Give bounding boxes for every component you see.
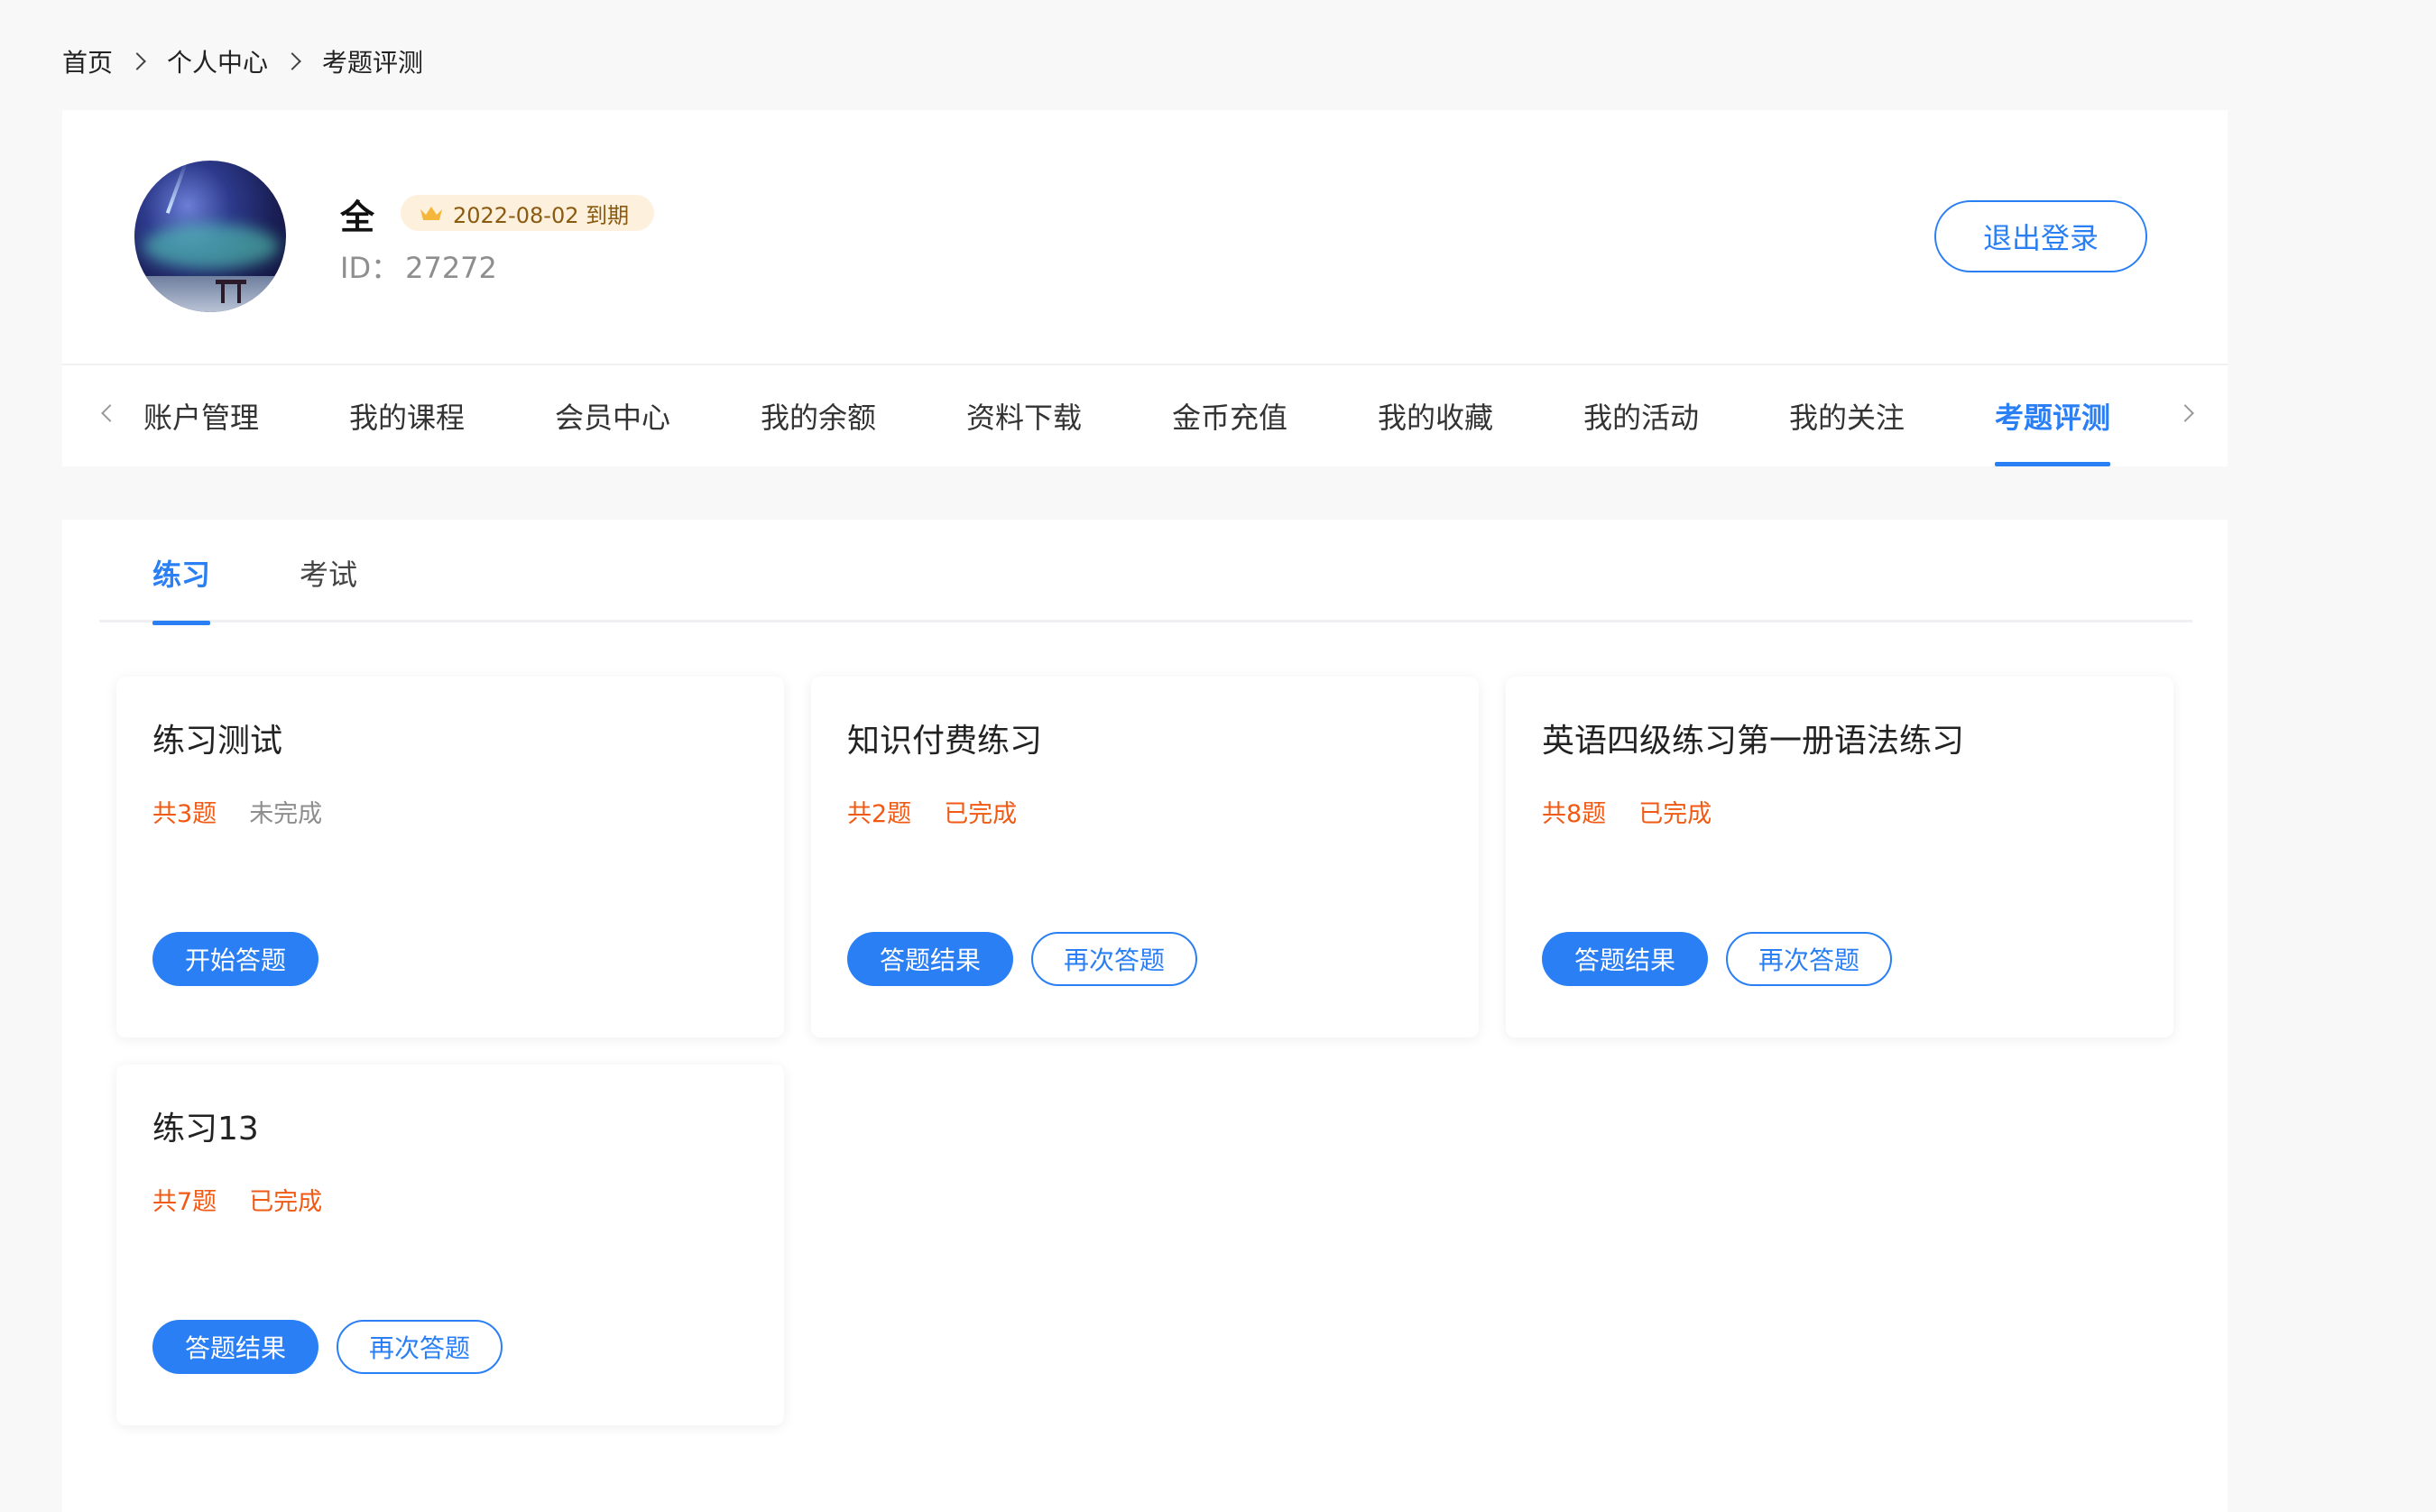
start-answer-button[interactable]: 开始答题 bbox=[152, 932, 319, 986]
retry-answer-button[interactable]: 再次答题 bbox=[1726, 932, 1893, 986]
user-id-value: 27272 bbox=[405, 251, 497, 285]
chevron-right-icon bbox=[283, 52, 301, 70]
retry-answer-button[interactable]: 再次答题 bbox=[1031, 932, 1198, 986]
tab-downloads[interactable]: 资料下载 bbox=[966, 365, 1082, 466]
question-count: 共3题 bbox=[152, 800, 217, 828]
vip-expiry-text: 2022-08-02 到期 bbox=[453, 202, 630, 228]
status-badge: 已完成 bbox=[944, 800, 1018, 828]
breadcrumb-current: 考题评测 bbox=[322, 48, 424, 78]
question-count: 共7题 bbox=[152, 1188, 217, 1216]
exam-card: 练习测试 共3题 未完成 开始答题 bbox=[116, 677, 784, 1037]
exam-card: 英语四级练习第一册语法练习 共8题 已完成 答题结果 再次答题 bbox=[1506, 677, 2173, 1037]
chevron-right-icon[interactable] bbox=[2176, 404, 2194, 422]
tab-account[interactable]: 账户管理 bbox=[143, 365, 259, 466]
user-id-label: ID： bbox=[340, 251, 401, 285]
answer-result-button[interactable]: 答题结果 bbox=[152, 1320, 319, 1374]
status-badge: 已完成 bbox=[1638, 800, 1712, 828]
tab-balance[interactable]: 我的余额 bbox=[761, 365, 876, 466]
breadcrumb-home[interactable]: 首页 bbox=[62, 43, 113, 79]
breadcrumb: 首页 个人中心 考题评测 bbox=[62, 43, 423, 79]
retry-answer-button[interactable]: 再次答题 bbox=[337, 1320, 503, 1374]
tab-exam[interactable]: 考试 bbox=[300, 552, 357, 622]
exam-title: 练习13 bbox=[152, 1111, 259, 1148]
exam-content-card: 练习 考试 练习测试 共3题 未完成 开始答题 知识付费练习 共2题 已完成 答… bbox=[62, 520, 2228, 1512]
vip-badge: 2022-08-02 到期 bbox=[401, 195, 655, 231]
status-badge: 未完成 bbox=[249, 800, 323, 828]
tab-exam-evaluation[interactable]: 考题评测 bbox=[1995, 365, 2111, 466]
tab-membership[interactable]: 会员中心 bbox=[555, 365, 670, 466]
exam-title: 知识付费练习 bbox=[847, 723, 1043, 760]
tab-coin-recharge[interactable]: 金币充值 bbox=[1172, 365, 1287, 466]
answer-result-button[interactable]: 答题结果 bbox=[847, 932, 1014, 986]
profile-card: 全 2022-08-02 到期 ID： 27272 退出登录 账户管理 我的课程 … bbox=[62, 110, 2228, 466]
tab-activities[interactable]: 我的活动 bbox=[1583, 365, 1699, 466]
logout-button[interactable]: 退出登录 bbox=[1934, 200, 2147, 272]
crown-icon bbox=[420, 207, 442, 220]
sub-tabs: 练习 考试 bbox=[99, 520, 2192, 625]
chevron-left-icon[interactable] bbox=[101, 404, 119, 422]
tab-favorites[interactable]: 我的收藏 bbox=[1378, 365, 1493, 466]
tab-following[interactable]: 我的关注 bbox=[1789, 365, 1905, 466]
user-name: 全 bbox=[340, 198, 375, 237]
chevron-right-icon bbox=[128, 52, 146, 70]
question-count: 共8题 bbox=[1542, 800, 1607, 828]
exam-card: 知识付费练习 共2题 已完成 答题结果 再次答题 bbox=[811, 677, 1479, 1037]
status-badge: 已完成 bbox=[249, 1188, 323, 1216]
exam-title: 练习测试 bbox=[152, 723, 283, 760]
question-count: 共2题 bbox=[847, 800, 912, 828]
tab-my-courses[interactable]: 我的课程 bbox=[349, 365, 465, 466]
avatar bbox=[134, 161, 286, 312]
exam-card: 练习13 共7题 已完成 答题结果 再次答题 bbox=[116, 1065, 784, 1425]
breadcrumb-personal-center[interactable]: 个人中心 bbox=[167, 43, 268, 79]
user-id: ID： 27272 bbox=[340, 245, 497, 287]
exam-title: 英语四级练习第一册语法练习 bbox=[1542, 723, 1965, 760]
tab-practice[interactable]: 练习 bbox=[152, 552, 211, 625]
answer-result-button[interactable]: 答题结果 bbox=[1542, 932, 1709, 986]
profile-nav-tabs: 账户管理 我的课程 会员中心 我的余额 资料下载 金币充值 我的收藏 我的活动 … bbox=[62, 365, 2228, 466]
